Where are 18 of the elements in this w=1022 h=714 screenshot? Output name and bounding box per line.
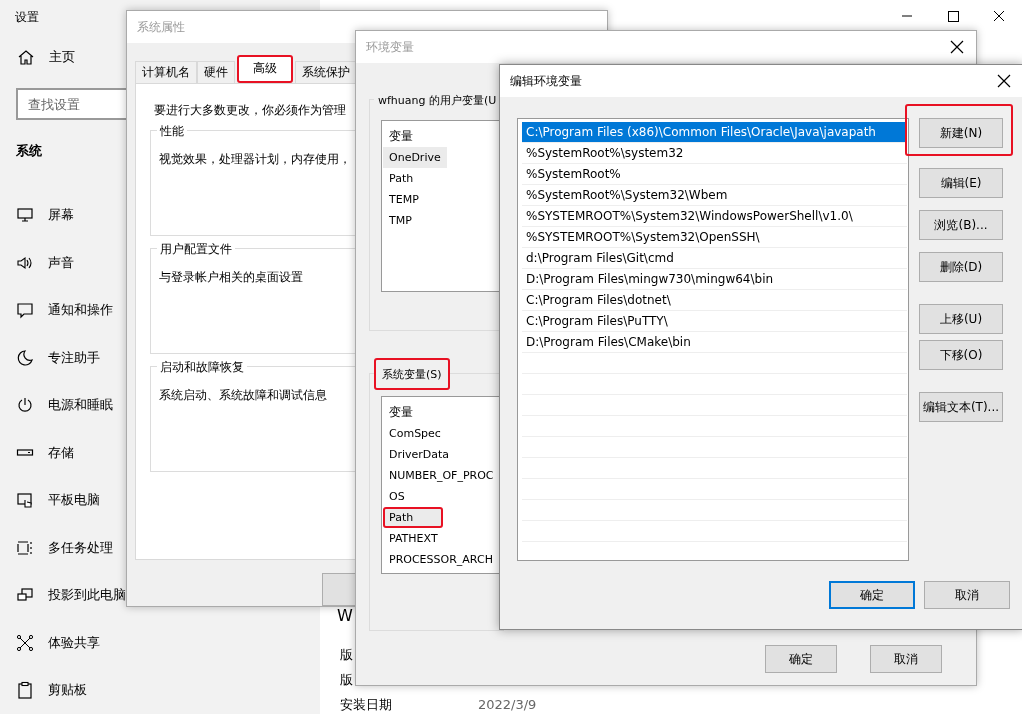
info-label: 版 xyxy=(340,645,354,664)
group-description: 系统启动、系统故障和调试信息 xyxy=(159,387,327,402)
section-heading: 系统 xyxy=(16,143,42,159)
group-description: 与登录帐户相关的桌面设置 xyxy=(159,269,303,284)
group-title: 系统变量(S) xyxy=(374,358,450,390)
group-description: 视觉效果，处理器计划，内存使用， xyxy=(159,151,351,166)
section-heading: W xyxy=(337,607,353,627)
group-title: 启动和故障恢复 xyxy=(157,358,247,376)
info-value: 2022/3/9 xyxy=(478,697,537,712)
notice-text: 要进行大多数更改，你必须作为管理 xyxy=(154,101,347,118)
window-title: 系统属性 xyxy=(137,18,185,36)
info-label: 版 xyxy=(340,670,354,689)
info-label: 安装日期 xyxy=(340,695,393,714)
window-title: 设置 xyxy=(15,10,39,24)
group-title: 用户配置文件 xyxy=(157,240,235,258)
group-title: 性能 xyxy=(157,122,187,140)
window-title: 环境变量 xyxy=(366,38,414,56)
window-title: 编辑环境变量 xyxy=(510,72,582,90)
